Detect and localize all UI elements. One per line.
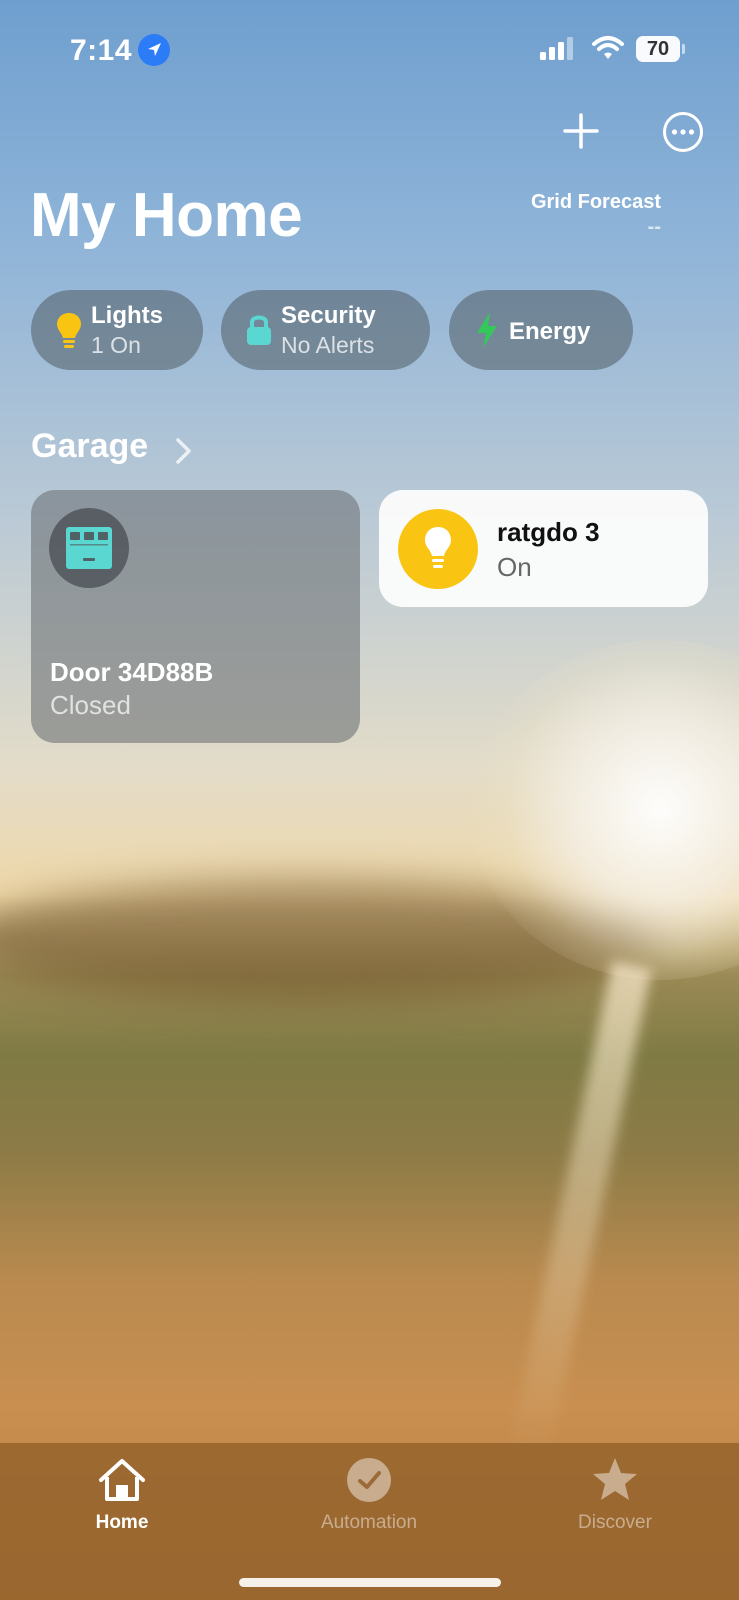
battery-tip: [682, 44, 685, 54]
plus-icon: [563, 113, 599, 149]
lights-chip[interactable]: Lights 1 On: [31, 290, 203, 370]
battery-icon: 70: [636, 36, 685, 62]
page-title: My Home: [30, 181, 303, 250]
battery-level: 70: [636, 36, 680, 62]
accessory-name: ratgdo 3: [497, 517, 600, 547]
chevron-right-icon[interactable]: [174, 436, 194, 466]
security-chip-status: No Alerts: [281, 332, 375, 358]
lightbulb-icon: [398, 509, 478, 589]
accessory-tile-light[interactable]: ratgdo 3 On: [379, 490, 708, 607]
tab-discover[interactable]: Discover: [535, 1453, 695, 1534]
wallpaper-ray: [508, 961, 652, 1459]
ellipsis-circle-icon: [663, 112, 703, 152]
status-time: 7:14: [70, 34, 133, 67]
grid-forecast-value: --: [647, 216, 661, 238]
tab-label: Home: [95, 1512, 149, 1533]
lightbulb-icon: [53, 310, 85, 350]
accessory-state: Closed: [50, 690, 131, 720]
add-button[interactable]: [560, 110, 602, 152]
wifi-icon: [592, 34, 624, 62]
lock-icon: [243, 310, 275, 350]
accessory-tile-door[interactable]: Door 34D88B Closed: [31, 490, 360, 743]
lights-chip-label: Lights: [91, 302, 163, 329]
grid-forecast[interactable]: Grid Forecast --: [531, 191, 661, 239]
section-title-garage[interactable]: Garage: [31, 427, 148, 466]
energy-chip[interactable]: Energy: [449, 290, 633, 370]
bolt-icon: [471, 310, 503, 350]
clock-check-icon: [342, 1453, 396, 1507]
accessory-state: On: [497, 552, 532, 582]
lights-chip-status: 1 On: [91, 332, 141, 358]
security-chip[interactable]: Security No Alerts: [221, 290, 430, 370]
home-indicator[interactable]: [239, 1578, 501, 1587]
status-bar: 7:14 70: [0, 28, 739, 72]
tab-home[interactable]: Home: [42, 1453, 202, 1534]
tab-automation[interactable]: Automation: [289, 1453, 449, 1534]
more-button[interactable]: [662, 111, 704, 153]
tab-label: Discover: [578, 1512, 652, 1533]
star-icon: [588, 1453, 642, 1507]
house-icon: [95, 1453, 149, 1507]
grid-forecast-label: Grid Forecast: [530, 191, 661, 213]
tab-bar: Home Automation Discover: [0, 1443, 739, 1600]
cellular-signal-icon: [540, 36, 580, 62]
location-arrow-icon: [138, 34, 170, 66]
tab-label: Automation: [320, 1512, 418, 1533]
energy-chip-label: Energy: [509, 318, 591, 345]
accessory-name: Door 34D88B: [50, 657, 214, 687]
security-chip-label: Security: [281, 302, 376, 329]
garage-door-icon: [49, 508, 129, 588]
